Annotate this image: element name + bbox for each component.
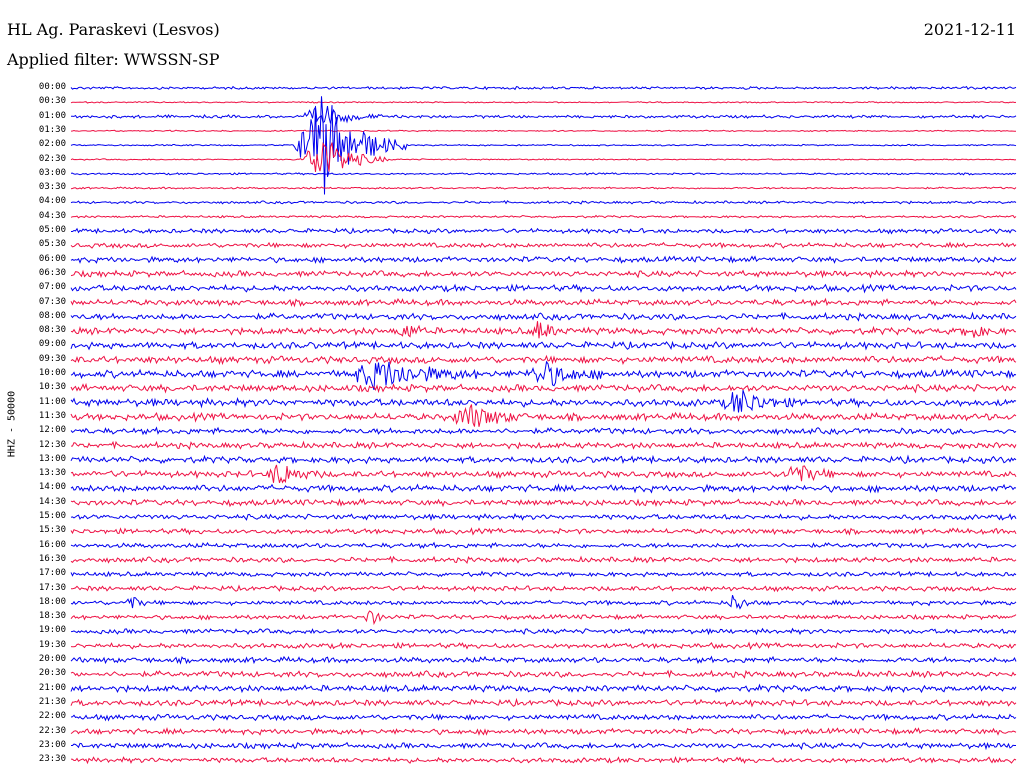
seismic-trace [70, 255, 1017, 264]
seismic-trace [70, 541, 1017, 549]
seismic-trace [70, 172, 1017, 176]
seismic-trace [70, 669, 1017, 679]
seismic-trace [70, 683, 1017, 694]
seismic-trace [70, 440, 1017, 451]
seismic-trace [70, 214, 1017, 219]
seismic-trace [70, 570, 1017, 578]
seismic-trace [71, 105, 1017, 124]
seismic-trace [70, 311, 1017, 322]
seismic-trace [70, 498, 1016, 508]
seismic-trace [70, 697, 1017, 708]
seismic-trace [70, 464, 1017, 484]
seismic-trace [70, 610, 1017, 626]
seismic-trace [70, 241, 1017, 250]
seismic-trace [70, 390, 1017, 413]
seismic-trace [70, 713, 1017, 722]
seismic-trace [71, 741, 1016, 751]
seismic-trace [70, 297, 1017, 308]
seismic-trace [70, 360, 1017, 390]
seismic-trace [70, 382, 1017, 394]
seismic-trace [70, 85, 1017, 91]
seismic-trace [70, 96, 1017, 195]
seismic-trace [70, 340, 1017, 351]
seismic-trace [70, 641, 1017, 651]
seismic-trace [70, 627, 1017, 636]
seismic-trace [71, 584, 1017, 593]
seismogram-chart [70, 85, 1017, 765]
seismic-trace [70, 100, 1017, 104]
seismic-trace [70, 321, 1017, 339]
seismic-trace [70, 404, 1017, 427]
seismic-trace [70, 200, 1017, 205]
seismic-trace [71, 227, 1017, 235]
seismic-trace [70, 454, 1017, 465]
seismic-trace [70, 655, 1017, 665]
seismic-trace [70, 756, 1017, 765]
seismic-trace [70, 595, 1017, 610]
seismic-trace [70, 513, 1017, 522]
seismic-trace [70, 426, 1017, 436]
seismic-trace [70, 727, 1017, 736]
seismic-trace [70, 269, 1017, 279]
seismic-trace [70, 483, 1017, 494]
seismic-trace [70, 186, 1017, 190]
seismic-trace [70, 555, 1017, 564]
seismic-trace [70, 527, 1017, 536]
seismic-trace [70, 129, 1017, 133]
seismic-trace [70, 283, 1017, 294]
seismic-trace [70, 354, 1017, 366]
seismic-trace [70, 141, 1017, 173]
